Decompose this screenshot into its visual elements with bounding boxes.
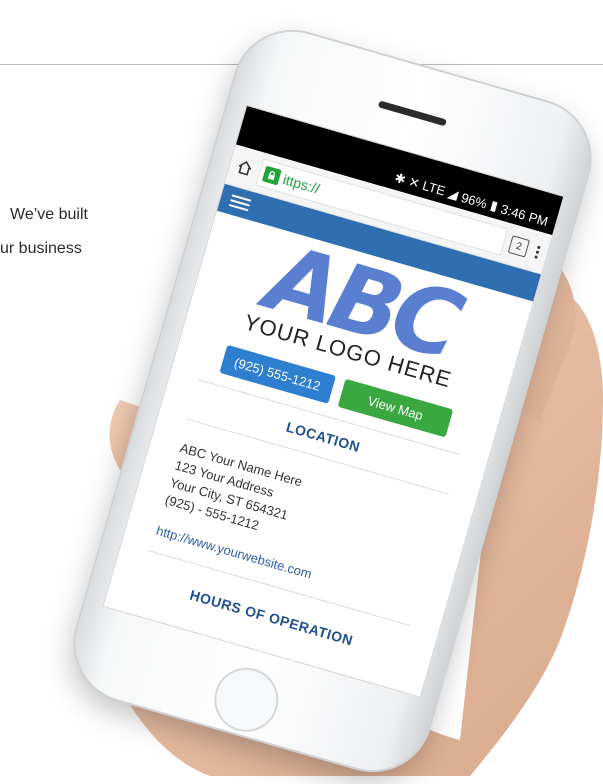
hamburger-menu-icon[interactable]	[228, 194, 252, 212]
home-icon[interactable]	[234, 157, 256, 179]
tabs-icon[interactable]: 2	[507, 235, 530, 258]
battery-icon: ▮	[488, 197, 500, 214]
url-text: ittps://	[281, 171, 322, 197]
battery-level: 96%	[459, 189, 489, 212]
overflow-menu-icon[interactable]	[531, 244, 542, 259]
lock-icon	[261, 165, 282, 186]
